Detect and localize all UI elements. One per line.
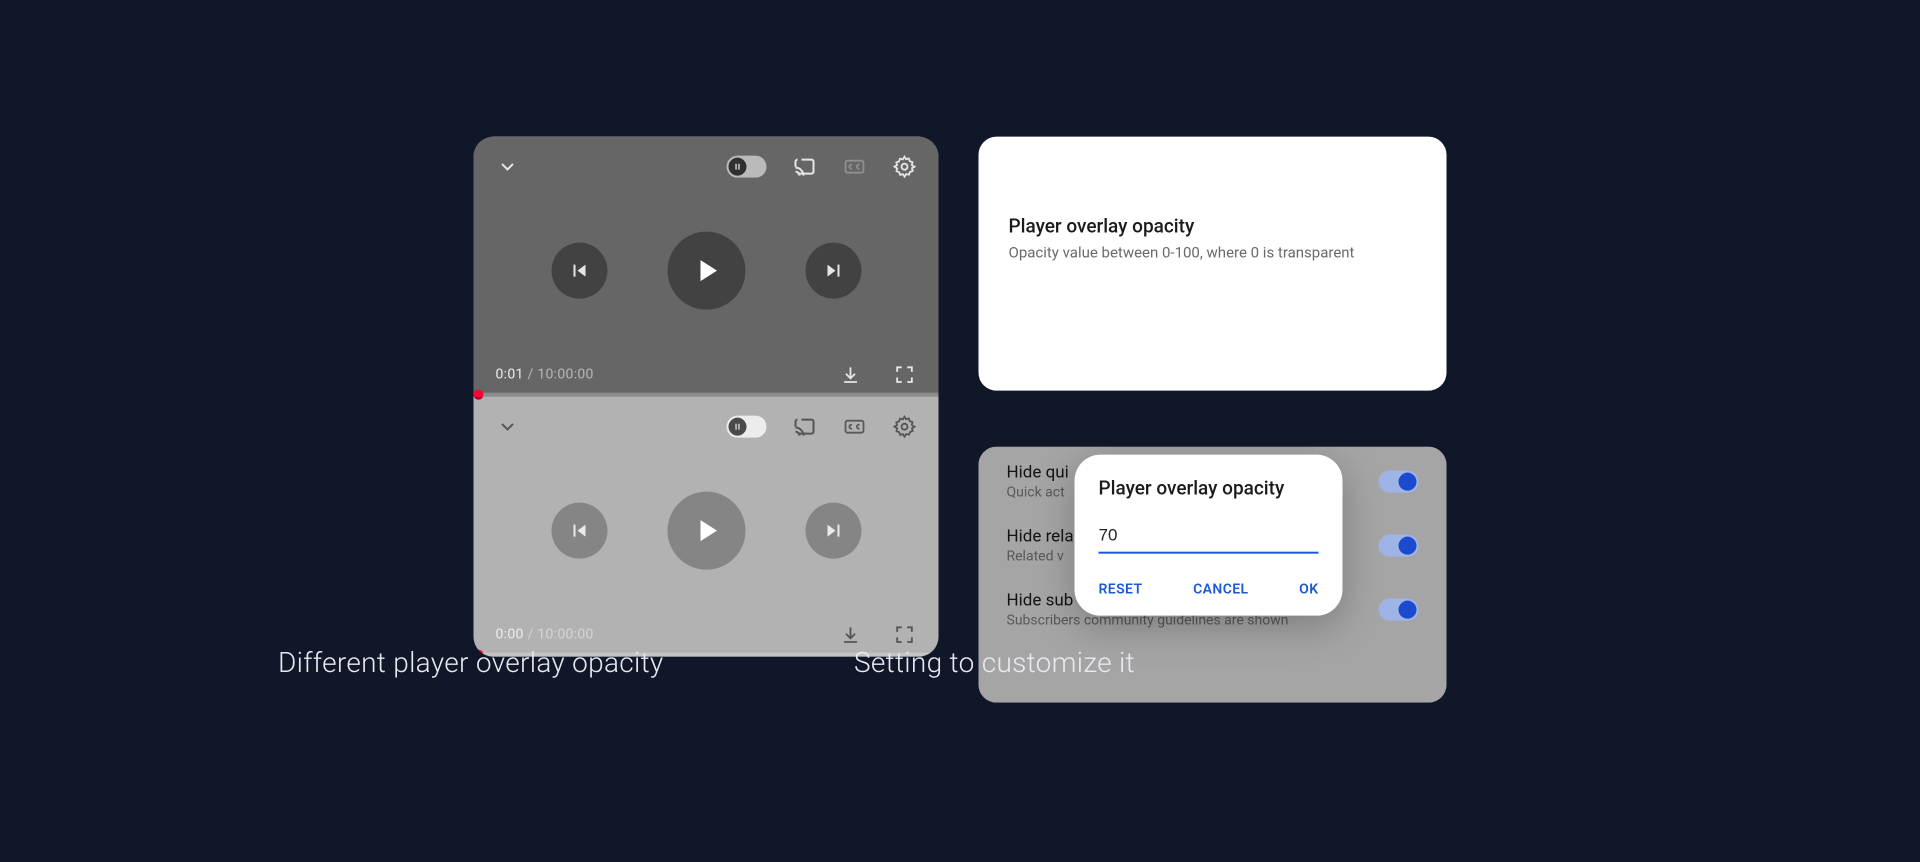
download-icon[interactable] bbox=[839, 623, 863, 647]
skip-previous-button[interactable] bbox=[551, 243, 607, 299]
opacity-dialog: Player overlay opacity RESET CANCEL OK bbox=[1075, 455, 1343, 616]
autoplay-toggle[interactable] bbox=[727, 416, 767, 438]
cast-icon[interactable] bbox=[793, 155, 817, 179]
fullscreen-icon[interactable] bbox=[893, 623, 917, 647]
reset-button[interactable]: RESET bbox=[1099, 582, 1143, 598]
skip-next-button[interactable] bbox=[805, 503, 861, 559]
caption-left: Different player overlay opacity bbox=[278, 646, 664, 679]
dialog-title: Player overlay opacity bbox=[1099, 477, 1319, 500]
player-center-controls bbox=[496, 232, 917, 310]
player-overlay-light: 0:00 / 10:00:00 bbox=[474, 397, 939, 657]
toggle-switch[interactable] bbox=[1379, 471, 1419, 493]
timecode: 0:01 / 10:00:00 bbox=[496, 367, 594, 383]
gear-icon[interactable] bbox=[893, 415, 917, 439]
player-center-controls bbox=[496, 492, 917, 570]
player-overlay-dark: 0:01 / 10:00:00 bbox=[474, 137, 939, 397]
play-button[interactable] bbox=[667, 492, 745, 570]
setting-subtitle: Opacity value between 0-100, where 0 is … bbox=[1009, 244, 1417, 262]
player-topbar bbox=[496, 415, 917, 439]
closed-captions-icon[interactable] bbox=[843, 415, 867, 439]
player-bottombar: 0:01 / 10:00:00 bbox=[496, 363, 917, 389]
caption-right: Setting to customize it bbox=[854, 646, 1135, 679]
player-topbar bbox=[496, 155, 917, 179]
download-icon[interactable] bbox=[839, 363, 863, 387]
chevron-down-icon[interactable] bbox=[496, 155, 520, 179]
setting-description-card: Player overlay opacity Opacity value bet… bbox=[979, 137, 1447, 391]
chevron-down-icon[interactable] bbox=[496, 415, 520, 439]
ok-button[interactable]: OK bbox=[1299, 582, 1318, 598]
fullscreen-icon[interactable] bbox=[893, 363, 917, 387]
opacity-input[interactable] bbox=[1099, 522, 1319, 554]
skip-next-button[interactable] bbox=[805, 243, 861, 299]
player-bottombar: 0:00 / 10:00:00 bbox=[496, 623, 917, 649]
cast-icon[interactable] bbox=[793, 415, 817, 439]
timecode: 0:00 / 10:00:00 bbox=[496, 627, 594, 643]
closed-captions-icon[interactable] bbox=[843, 155, 867, 179]
autoplay-toggle[interactable] bbox=[727, 156, 767, 178]
toggle-switch[interactable] bbox=[1379, 535, 1419, 557]
cancel-button[interactable]: CANCEL bbox=[1193, 582, 1248, 598]
skip-previous-button[interactable] bbox=[551, 503, 607, 559]
toggle-switch[interactable] bbox=[1379, 599, 1419, 621]
setting-title: Player overlay opacity bbox=[1009, 215, 1417, 238]
play-button[interactable] bbox=[667, 232, 745, 310]
player-overlay-examples: 0:01 / 10:00:00 bbox=[474, 137, 939, 657]
gear-icon[interactable] bbox=[893, 155, 917, 179]
